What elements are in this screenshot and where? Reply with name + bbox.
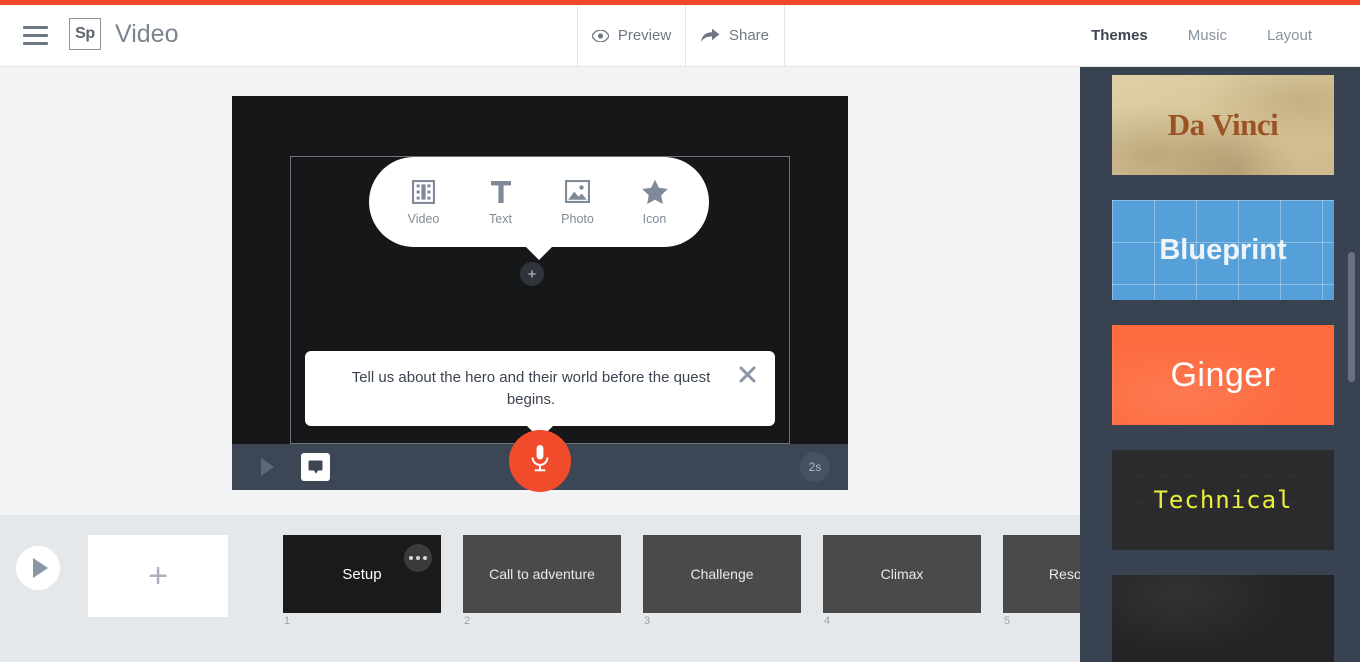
add-slide-button[interactable]: + xyxy=(88,535,228,617)
tab-music[interactable]: Music xyxy=(1168,27,1247,44)
theme-card-technical[interactable]: Technical xyxy=(1112,450,1334,550)
slide-label: Setup xyxy=(342,565,382,583)
timeline-slide-wrapper: Climax 4 xyxy=(823,535,981,627)
timeline-play-button[interactable] xyxy=(16,546,60,590)
close-x-icon[interactable] xyxy=(736,363,758,385)
brand: Sp Video xyxy=(69,18,179,50)
share-label: Share xyxy=(728,27,770,44)
theme-card-ginger[interactable]: Ginger xyxy=(1112,325,1334,425)
timeline-slide-1[interactable]: Setup xyxy=(283,535,441,613)
themes-sidebar: Da Vinci Blueprint Ginger Technical xyxy=(1080,67,1360,662)
notes-bubble-icon[interactable] xyxy=(301,453,330,481)
sidebar-scrollbar[interactable] xyxy=(1348,252,1355,382)
theme-name: Blueprint xyxy=(1159,233,1287,266)
theme-card-blueprint[interactable]: Blueprint xyxy=(1112,200,1334,300)
workspace: Video Text Photo Icon + Tell us about th… xyxy=(0,67,1080,515)
slide-number: 4 xyxy=(824,615,831,627)
slide-number: 1 xyxy=(284,615,291,627)
timeline-slide-wrapper: Call to adventure 2 xyxy=(463,535,621,627)
add-text-option[interactable]: Text xyxy=(466,178,536,226)
theme-card-da-vinci[interactable]: Da Vinci xyxy=(1112,75,1334,175)
canvas-toolbar: 2s xyxy=(232,430,848,492)
share-button[interactable]: Share xyxy=(686,5,785,66)
add-content-button[interactable]: + xyxy=(520,262,544,286)
add-photo-option[interactable]: Photo xyxy=(543,178,613,226)
tab-layout[interactable]: Layout xyxy=(1247,27,1332,44)
add-photo-label: Photo xyxy=(561,212,594,226)
photo-image-icon xyxy=(565,178,590,205)
prompt-tooltip: Tell us about the hero and their world b… xyxy=(305,351,775,439)
slide-label: Call to adventure xyxy=(489,566,595,582)
spark-logo-icon: Sp xyxy=(69,18,101,50)
theme-list: Da Vinci Blueprint Ginger Technical xyxy=(1112,75,1334,662)
hamburger-line xyxy=(23,42,48,45)
dot xyxy=(409,556,413,560)
hamburger-line xyxy=(23,26,48,29)
page-title: Video xyxy=(115,19,179,48)
star-icon xyxy=(641,178,668,205)
timeline-slide-wrapper: Challenge 3 xyxy=(643,535,801,627)
slide-number: 5 xyxy=(1004,615,1011,627)
record-voice-button[interactable] xyxy=(509,430,571,492)
header-tabs: Themes Music Layout xyxy=(1071,5,1332,66)
timeline-slide-2[interactable]: Call to adventure xyxy=(463,535,621,613)
timeline-strip: + Setup 1 Call to adventure 2 Challenge … xyxy=(88,535,1183,627)
timeline-slide-wrapper: Setup 1 xyxy=(283,535,441,627)
text-t-icon xyxy=(490,178,512,205)
theme-name: Technical xyxy=(1153,486,1293,514)
slide-duration-badge[interactable]: 2s xyxy=(800,452,830,482)
preview-button[interactable]: Preview xyxy=(577,5,686,66)
hamburger-menu-icon[interactable] xyxy=(23,26,48,46)
dot xyxy=(423,556,427,560)
film-strip-icon xyxy=(412,178,435,205)
theme-name: Ginger xyxy=(1170,355,1276,394)
timeline-slide-3[interactable]: Challenge xyxy=(643,535,801,613)
microphone-icon xyxy=(530,444,550,479)
add-icon-label: Icon xyxy=(642,212,667,226)
play-circle-icon xyxy=(32,558,48,578)
slide-label: Climax xyxy=(880,566,924,582)
play-triangle-icon[interactable] xyxy=(261,458,274,476)
slide-number: 3 xyxy=(644,615,651,627)
top-accent-bar xyxy=(0,0,1360,5)
slide-number: 2 xyxy=(464,615,471,627)
add-video-label: Video xyxy=(407,212,440,226)
preview-label: Preview xyxy=(617,27,672,44)
theme-name: Da Vinci xyxy=(1167,107,1279,142)
more-options-icon[interactable] xyxy=(404,544,432,572)
prompt-text: Tell us about the hero and their world b… xyxy=(351,368,711,408)
app-header: Sp Video Preview Share Themes Music Layo… xyxy=(0,5,1360,67)
slide-canvas[interactable]: Video Text Photo Icon + Tell us about th… xyxy=(232,96,848,492)
eye-icon xyxy=(591,29,609,42)
share-arrow-icon xyxy=(700,28,720,43)
hamburger-line xyxy=(23,34,48,37)
theme-card-next[interactable] xyxy=(1112,575,1334,662)
add-content-popover: Video Text Photo Icon xyxy=(369,157,709,260)
dot xyxy=(416,556,420,560)
tab-themes[interactable]: Themes xyxy=(1071,27,1168,44)
add-text-label: Text xyxy=(489,212,512,226)
slide-label: Challenge xyxy=(690,566,754,582)
add-icon-option[interactable]: Icon xyxy=(620,178,690,226)
timeline-slide-4[interactable]: Climax xyxy=(823,535,981,613)
add-video-option[interactable]: Video xyxy=(389,178,459,226)
